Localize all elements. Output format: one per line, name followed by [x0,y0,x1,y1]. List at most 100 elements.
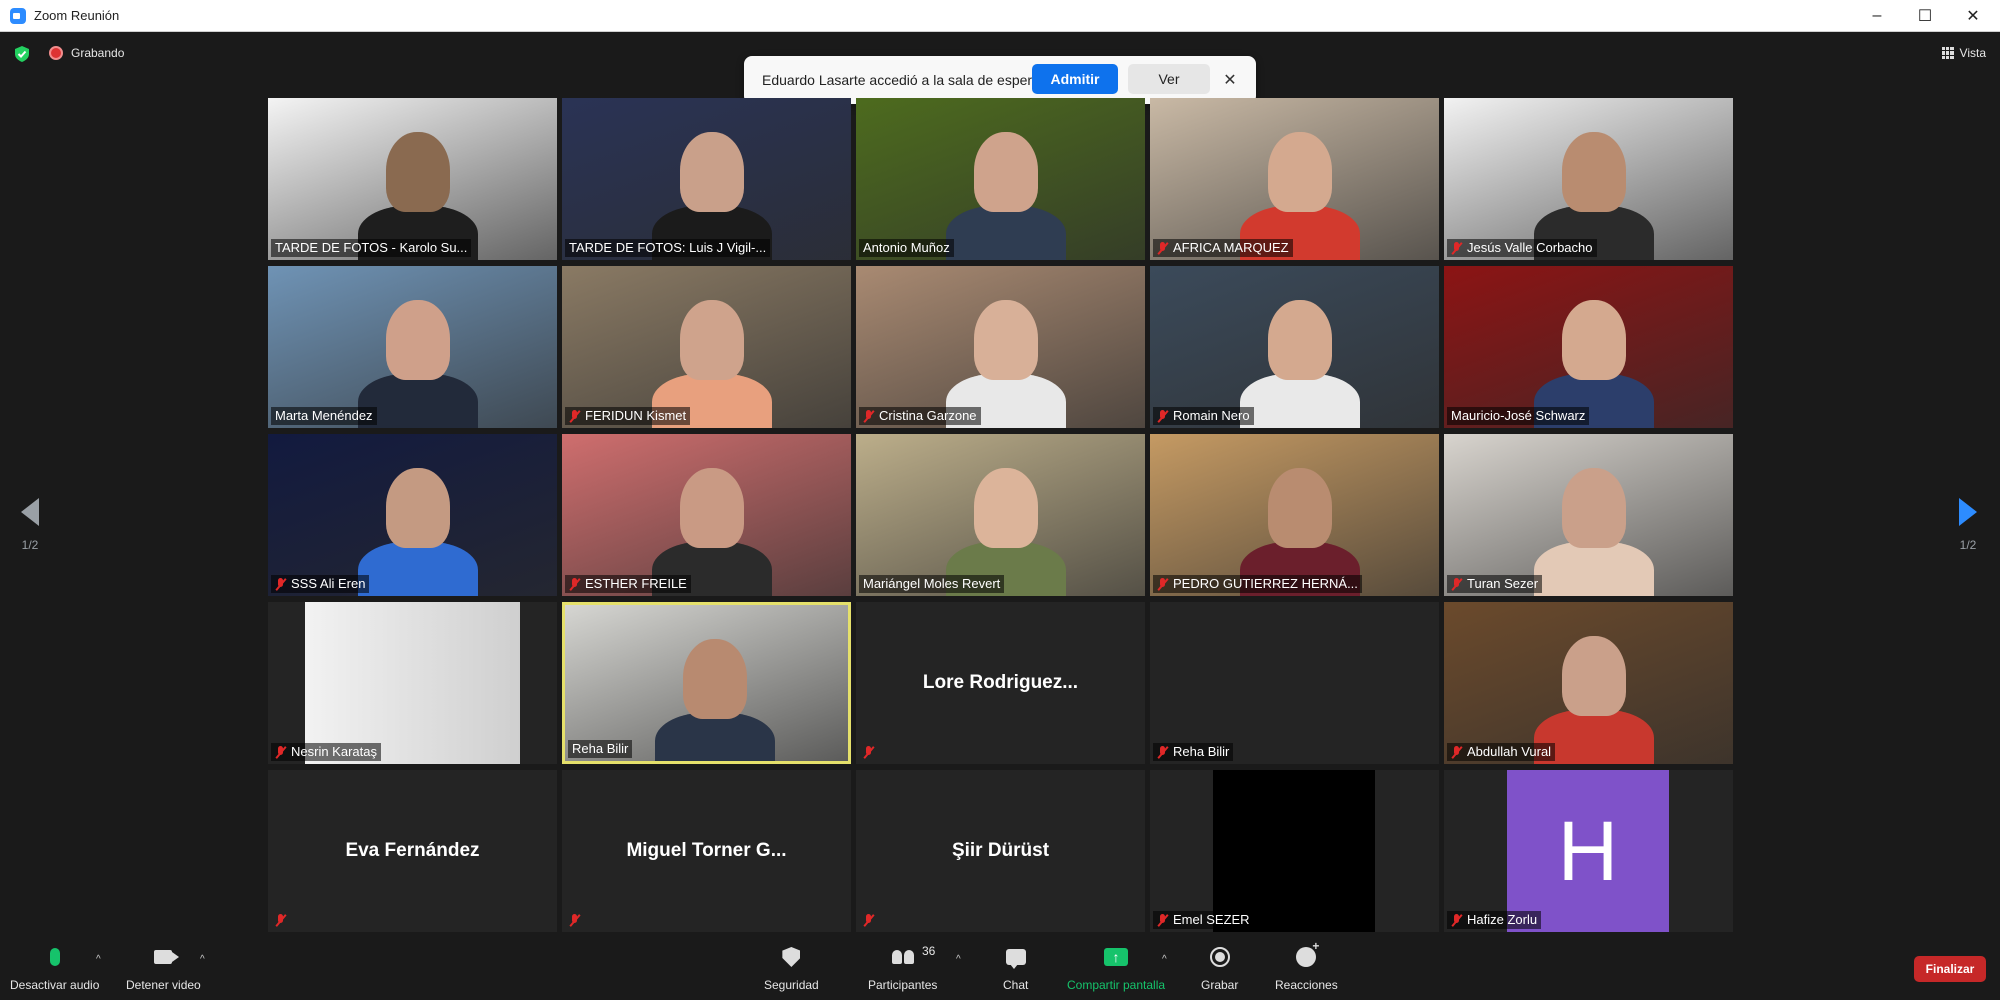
participant-body [358,542,478,596]
participant-name-tag: Jesús Valle Corbacho [1447,239,1597,257]
camera-icon [154,950,173,964]
participant-name-tag: Romain Nero [1153,407,1254,425]
participant-tile[interactable]: Emel SEZER [1150,770,1439,932]
stop-video-button[interactable]: Detener video [126,942,201,992]
arrow-left-icon [21,498,39,526]
muted-microphone-icon [275,745,287,759]
participant-tile[interactable]: TARDE DE FOTOS: Luis J Vigil-... [562,98,851,260]
close-window-button[interactable]: ✕ [1950,0,1996,32]
participant-tile[interactable]: Mauricio-José Schwarz [1444,266,1733,428]
participant-display-name: Lore Rodriguez... [922,672,1079,693]
arrow-right-icon [1959,498,1977,526]
participants-count: 36 [922,944,936,958]
participant-tile[interactable]: Şiir Dürüst [856,770,1145,932]
muted-microphone-icon [1157,577,1169,591]
mute-button[interactable]: Desactivar audio [10,942,99,992]
minimize-button[interactable]: – [1854,0,1900,32]
participant-tile[interactable]: Romain Nero [1150,266,1439,428]
next-page-button[interactable]: 1/2 [1948,498,1988,562]
participant-tile[interactable]: FERIDUN Kismet [562,266,851,428]
record-label: Grabar [1201,978,1239,992]
record-button[interactable]: Grabar [1201,942,1238,992]
participant-tile[interactable]: Reha Bilir [562,602,851,764]
participant-name: Nesrin Karataş [291,744,377,759]
participant-face [680,300,744,380]
participant-face [1268,468,1332,548]
close-notification-icon[interactable]: ✕ [1218,68,1242,92]
participant-name-tag: Reha Bilir [568,740,633,758]
participant-tile[interactable]: Lore Rodriguez... [856,602,1145,764]
participant-face [386,132,450,212]
encryption-shield-icon[interactable] [14,46,30,62]
participant-name: Romain Nero [1173,408,1250,423]
participant-name-tag [859,743,879,761]
reactions-button[interactable]: Reacciones [1275,939,1338,992]
participant-name-tag: AFRICA MARQUEZ [1153,239,1293,257]
participant-name: Reha Bilir [572,741,629,756]
participant-tile[interactable]: Antonio Muñoz [856,98,1145,260]
participant-tile[interactable]: AFRICA MARQUEZ [1150,98,1439,260]
participant-name: Emel SEZER [1173,912,1250,927]
recording-indicator[interactable]: Grabando [49,46,124,60]
view-label: Vista [1959,46,1986,60]
participant-name-tag: Turan Sezer [1447,575,1543,593]
participant-tile[interactable]: ESTHER FREILE [562,434,851,596]
chat-button[interactable]: Chat [1003,942,1028,992]
participant-tile[interactable]: Mariángel Moles Revert [856,434,1145,596]
muted-microphone-icon [1157,913,1169,927]
participant-tile[interactable]: SSS Ali Eren [268,434,557,596]
participant-tile[interactable]: Marta Menéndez [268,266,557,428]
security-label: Seguridad [764,978,819,992]
participant-body [1240,374,1360,428]
participant-name: SSS Ali Eren [291,576,366,591]
muted-microphone-icon [569,409,581,423]
muted-microphone-icon [1157,241,1169,255]
participant-name-tag: Nesrin Karataş [271,743,381,761]
audio-options-caret[interactable]: ^ [96,954,101,965]
participant-tile[interactable]: H Hafize Zorlu [1444,770,1733,932]
admit-button[interactable]: Admitir [1032,64,1118,94]
participants-button[interactable]: 36 Participantes [868,942,937,992]
participant-tile[interactable]: Nesrin Karataş [268,602,557,764]
previous-page-button[interactable]: 1/2 [10,498,50,562]
participant-face [680,468,744,548]
participant-name-tag: Antonio Muñoz [859,239,954,257]
participant-face [1562,132,1626,212]
participant-face [974,468,1038,548]
participant-face [1562,636,1626,716]
participant-display-name: Eva Fernández [345,840,480,861]
participant-tile[interactable]: Turan Sezer [1444,434,1733,596]
share-label: Compartir pantalla [1067,978,1166,992]
view-button[interactable]: Vista [1941,46,1986,60]
participant-name: TARDE DE FOTOS - Karolo Su... [275,240,468,255]
participants-options-caret[interactable]: ^ [956,954,961,965]
participant-name-tag [271,911,291,929]
participant-name: Mauricio-José Schwarz [1451,408,1586,423]
muted-microphone-icon [1157,745,1169,759]
participant-face [1562,468,1626,548]
participant-tile[interactable]: Eva Fernández [268,770,557,932]
participant-tile[interactable]: TARDE DE FOTOS - Karolo Su... [268,98,557,260]
security-button[interactable]: Seguridad [764,942,819,992]
participant-tile[interactable]: Abdullah Vural [1444,602,1733,764]
participant-name-tag: PEDRO GUTIERREZ HERNÁ... [1153,575,1362,593]
participant-body [946,206,1066,260]
participant-tile[interactable]: Reha Bilir [1150,602,1439,764]
participant-tile[interactable]: PEDRO GUTIERREZ HERNÁ... [1150,434,1439,596]
participant-tile[interactable]: Jesús Valle Corbacho [1444,98,1733,260]
participants-icon [891,950,914,964]
end-meeting-button[interactable]: Finalizar [1914,956,1986,982]
participant-name: Abdullah Vural [1467,744,1552,759]
share-screen-button[interactable]: ↑ Compartir pantalla [1067,942,1165,992]
video-options-caret[interactable]: ^ [200,954,205,965]
participant-tile[interactable]: Cristina Garzone [856,266,1145,428]
muted-microphone-icon [863,913,875,927]
maximize-button[interactable]: ☐ [1902,0,1948,32]
share-options-caret[interactable]: ^ [1162,954,1167,965]
view-waiting-room-button[interactable]: Ver [1128,64,1210,94]
participant-name: Marta Menéndez [275,408,373,423]
participant-face [1268,300,1332,380]
participant-name-tag: Mauricio-José Schwarz [1447,407,1590,425]
participant-tile[interactable]: Miguel Torner G... [562,770,851,932]
title-bar: Zoom Reunión – ☐ ✕ [0,0,2000,32]
